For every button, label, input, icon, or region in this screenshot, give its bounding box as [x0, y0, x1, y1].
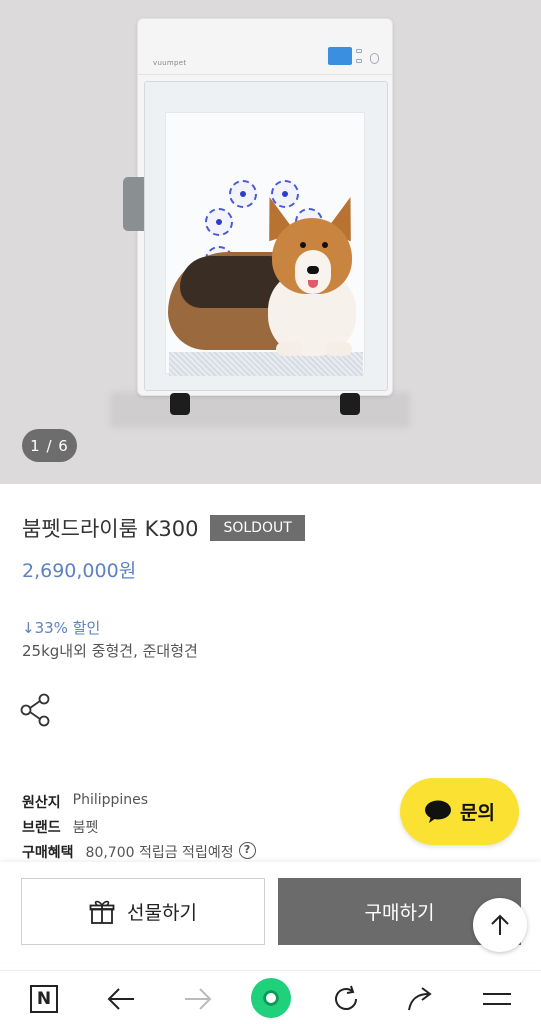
control-knob	[370, 53, 379, 64]
product-title: 붐펫드라이룸 K300	[22, 517, 199, 541]
dog-nose	[307, 266, 319, 274]
buy-label: 구매하기	[364, 902, 435, 924]
discount-rate: ↓33% 할인	[22, 619, 101, 637]
floor-shadow	[110, 392, 410, 428]
product-image-gallery[interactable]: vuumpet 1 / 6	[0, 0, 541, 484]
brand-label: 브랜드	[22, 820, 61, 836]
brand-value[interactable]: 붐펫	[73, 817, 99, 837]
image-counter: 1 / 6	[22, 429, 77, 462]
scroll-top-button[interactable]	[473, 898, 527, 952]
dog-eye	[300, 242, 306, 248]
arrow-up-icon	[491, 914, 509, 935]
product-price: 2,690,000원	[22, 560, 137, 582]
soldout-badge: SOLDOUT	[210, 515, 305, 541]
control-indicator	[356, 49, 362, 53]
green-dot	[251, 978, 291, 1018]
share-arrow-icon[interactable]	[404, 981, 440, 1017]
inquiry-label: 문의	[460, 802, 495, 824]
origin-row: 원산지 Philippines	[22, 792, 148, 812]
refresh-icon[interactable]	[328, 981, 364, 1017]
chat-bubble-icon	[425, 800, 452, 823]
benefit-value: 80,700 적립금 적립예정	[85, 845, 234, 861]
dog-eye	[322, 242, 328, 248]
purchase-bar: 선물하기 구매하기	[0, 862, 541, 962]
benefit-row: 구매혜택 80,700 적립금 적립예정 ?	[22, 842, 256, 862]
naver-logo: N	[30, 985, 58, 1013]
control-indicator	[356, 59, 362, 63]
help-icon[interactable]: ?	[238, 842, 256, 859]
gift-label: 선물하기	[127, 902, 197, 924]
benefit-label: 구매혜택	[22, 845, 74, 861]
back-arrow-icon[interactable]	[103, 981, 139, 1017]
naver-home-icon[interactable]: N	[26, 981, 62, 1017]
product-title-row: 붐펫드라이룸 K300 SOLDOUT	[22, 513, 305, 543]
share-icon[interactable]	[20, 693, 52, 727]
cabinet-top-panel: vuumpet	[138, 19, 392, 75]
dog-paw	[276, 342, 302, 356]
origin-value: Philippines	[72, 792, 149, 808]
product-subtitle: 25kg내외 중형견, 준대형견	[22, 642, 198, 660]
green-dot-icon[interactable]	[251, 978, 291, 1018]
browser-navigation-bar: N	[0, 970, 541, 1024]
caster-wheel	[170, 393, 190, 415]
air-vent-icon	[205, 208, 233, 236]
brand-row: 브랜드 붐펫	[22, 817, 98, 837]
dog-paw	[326, 342, 352, 356]
control-screen	[328, 47, 352, 65]
menu-icon[interactable]	[479, 981, 515, 1017]
gift-button[interactable]: 선물하기	[21, 878, 265, 945]
brand-mark: vuumpet	[153, 59, 187, 67]
gift-icon	[89, 900, 115, 924]
air-vent-icon	[229, 180, 257, 208]
inquiry-button[interactable]: 문의	[400, 778, 519, 845]
caster-wheel	[340, 393, 360, 415]
forward-arrow-icon[interactable]	[180, 981, 216, 1017]
origin-label: 원산지	[22, 795, 61, 811]
